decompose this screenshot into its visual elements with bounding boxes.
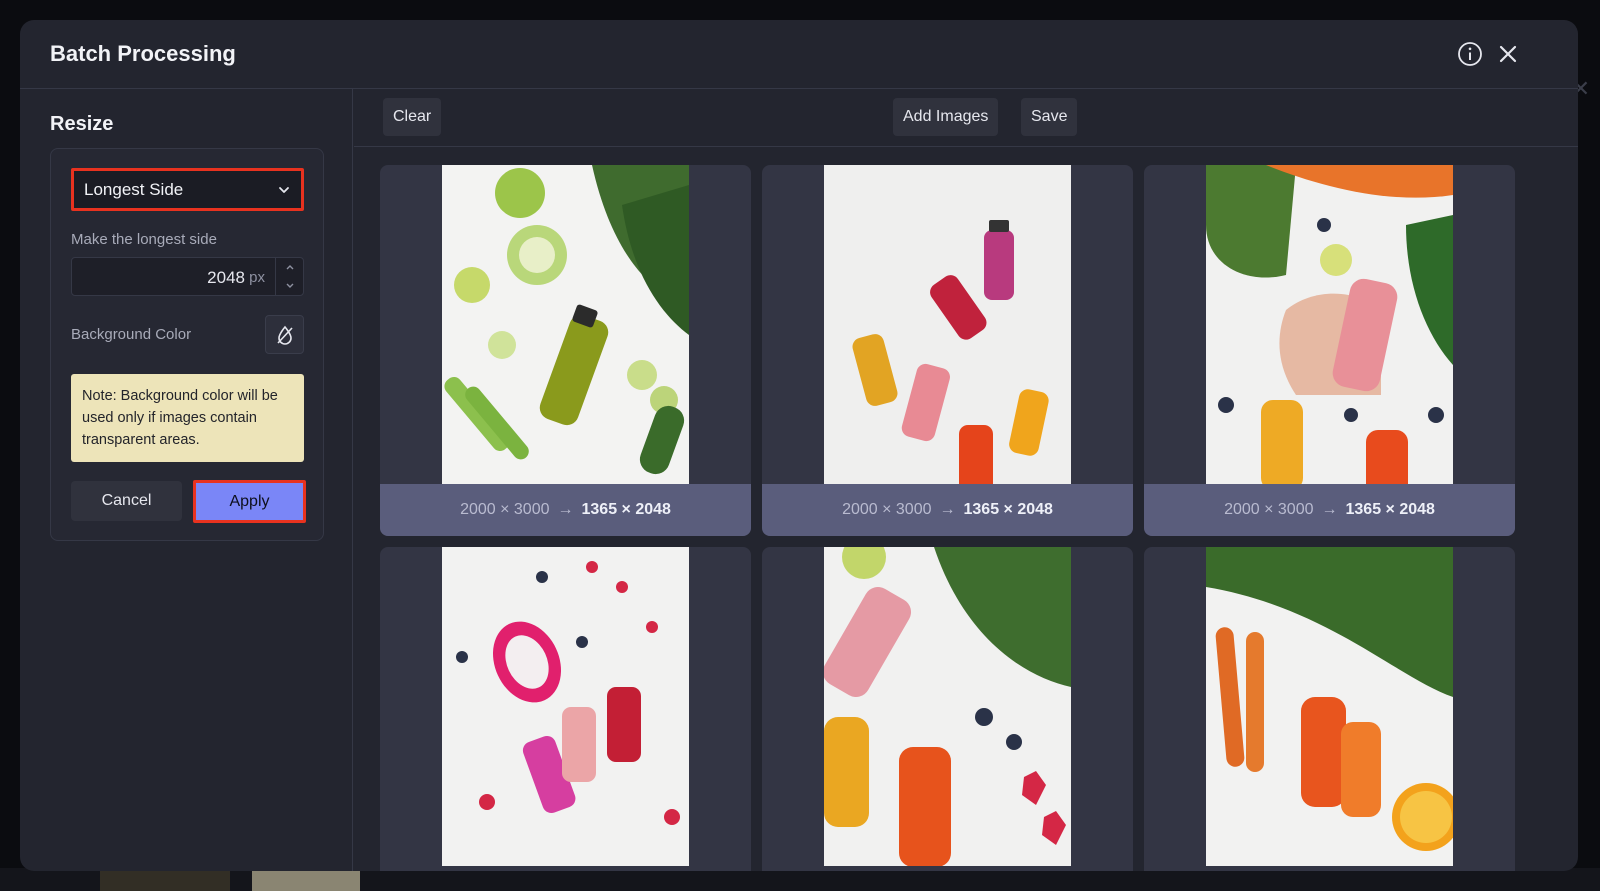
image-card[interactable]: 2000 × 3000 → 1365 × 2048	[1144, 165, 1515, 536]
new-size: 1365 × 2048	[1345, 501, 1435, 518]
image-area: Clear Add Images Save 2000 × 3000 → 1365…	[354, 89, 1578, 871]
modal-header: Batch Processing	[20, 20, 1578, 89]
chevron-down-icon	[286, 283, 294, 288]
image-dimensions: 2000 × 3000 → 1365 × 2048	[1144, 484, 1515, 536]
longest-side-value: 2048	[207, 268, 245, 287]
background-thumbnail	[100, 870, 230, 891]
info-icon	[1458, 42, 1482, 66]
background-thumbnail	[252, 870, 360, 891]
settings-sidebar: Resize Longest Side Make the longest sid…	[20, 89, 353, 871]
increment-button[interactable]	[276, 258, 304, 276]
add-images-button[interactable]: Add Images	[893, 98, 999, 136]
chevron-up-icon	[286, 265, 294, 270]
new-size: 1365 × 2048	[581, 501, 671, 518]
clear-button[interactable]: Clear	[383, 98, 442, 136]
chevron-down-icon	[279, 186, 289, 193]
image-thumbnail	[442, 547, 689, 866]
new-size: 1365 × 2048	[963, 501, 1053, 518]
arrow-right-icon: →	[1321, 501, 1338, 518]
image-thumbnail	[824, 165, 1071, 484]
close-button[interactable]	[1494, 40, 1522, 68]
background-color-note: Note: Background color will be used only…	[71, 374, 304, 462]
longest-side-input[interactable]: 2048 px	[71, 257, 304, 296]
toolbar: Clear Add Images Save	[354, 89, 1578, 147]
original-size: 2000 × 3000	[1224, 501, 1314, 518]
background-color-label: Background Color	[71, 326, 192, 343]
image-thumbnail	[442, 165, 689, 484]
image-dimensions: 2000 × 3000 → 1365 × 2048	[380, 484, 751, 536]
batch-processing-modal: Batch Processing Resize Longest Side Mak…	[20, 20, 1578, 871]
resize-section-title: Resize	[50, 113, 114, 135]
no-color-icon	[276, 325, 293, 345]
image-thumbnail	[1206, 547, 1453, 866]
arrow-right-icon: →	[939, 501, 956, 518]
longest-side-label: Make the longest side	[71, 231, 217, 248]
image-dimensions: 2000 × 3000 → 1365 × 2048	[762, 484, 1133, 536]
resize-mode-select[interactable]: Longest Side	[71, 168, 304, 211]
background-app-strip	[0, 868, 1600, 891]
image-card[interactable]	[1144, 547, 1515, 871]
background-color-picker[interactable]	[265, 315, 304, 354]
save-button[interactable]: Save	[1021, 98, 1078, 136]
modal-title: Batch Processing	[50, 41, 236, 66]
image-card[interactable]: 2000 × 3000 → 1365 × 2048	[762, 165, 1133, 536]
decrement-button[interactable]	[276, 277, 304, 295]
image-card[interactable]	[762, 547, 1133, 871]
arrow-right-icon: →	[557, 501, 574, 518]
original-size: 2000 × 3000	[460, 501, 550, 518]
longest-side-unit: px	[249, 269, 265, 286]
image-card[interactable]: 2000 × 3000 → 1365 × 2048	[380, 165, 751, 536]
longest-side-stepper	[275, 258, 303, 295]
cancel-button[interactable]: Cancel	[71, 481, 182, 521]
info-button[interactable]	[1456, 40, 1484, 68]
apply-button[interactable]: Apply	[193, 480, 306, 523]
image-card[interactable]	[380, 547, 751, 871]
resize-panel: Longest Side Make the longest side 2048 …	[50, 148, 324, 541]
original-size: 2000 × 3000	[842, 501, 932, 518]
resize-mode-value: Longest Side	[84, 179, 184, 199]
image-thumbnail	[824, 547, 1071, 866]
close-icon	[1499, 45, 1517, 63]
image-thumbnail	[1206, 165, 1453, 484]
